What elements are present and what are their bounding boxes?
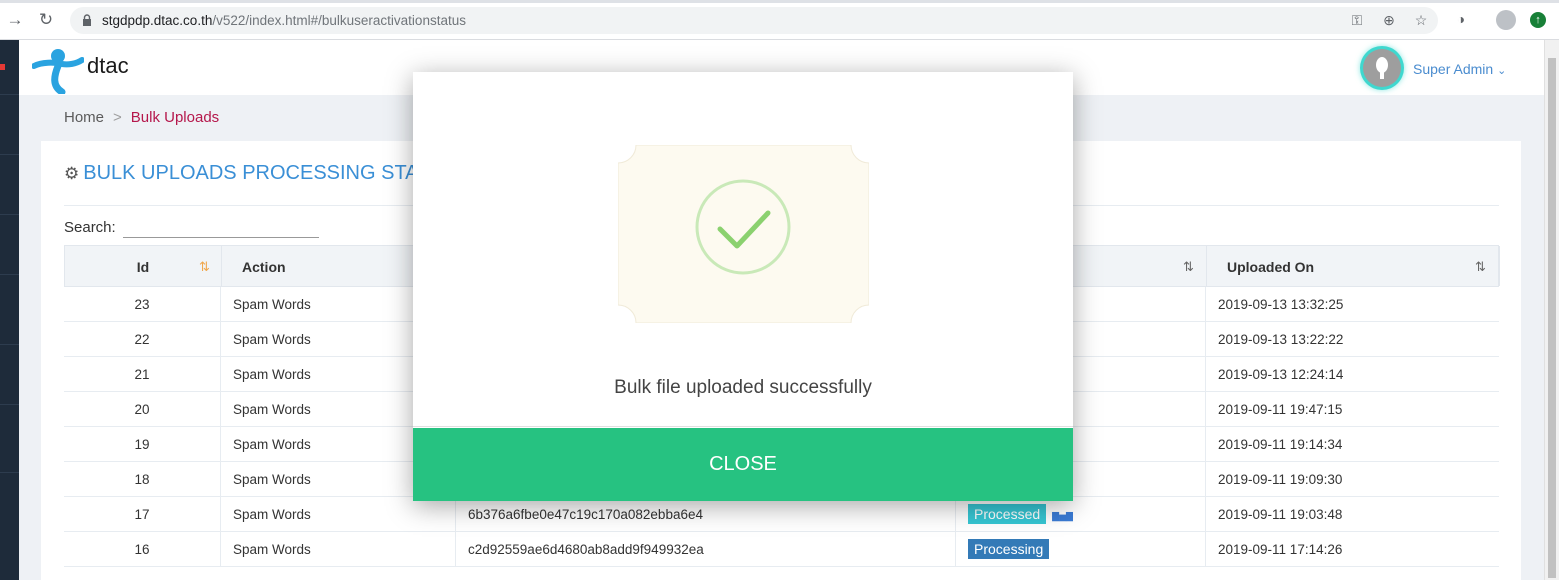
url-path: /v522/index.html#/bulkuseractivationstat…	[212, 13, 466, 28]
update-icon[interactable]: ↑	[1530, 12, 1546, 28]
modal-divider	[413, 426, 1073, 427]
reload-icon[interactable]: ↻	[36, 10, 56, 30]
url-text: stgdpdp.dtac.co.th/v522/index.html#/bulk…	[102, 13, 466, 28]
modal-message: Bulk file uploaded successfully	[614, 377, 872, 398]
success-check-icon	[618, 145, 869, 323]
close-button[interactable]: CLOSE	[413, 428, 1073, 501]
star-icon[interactable]: ☆	[1412, 12, 1430, 29]
profile-avatar-icon[interactable]	[1496, 10, 1516, 30]
zoom-icon[interactable]: ⊕	[1380, 12, 1398, 29]
address-bar[interactable]: stgdpdp.dtac.co.th/v522/index.html#/bulk…	[70, 7, 1438, 34]
success-modal: Bulk file uploaded successfully CLOSE	[413, 72, 1073, 501]
tab-strip	[0, 0, 1559, 3]
forward-arrow-icon[interactable]: →	[5, 10, 25, 30]
browser-toolbar: → ↻ stgdpdp.dtac.co.th/v522/index.html#/…	[0, 0, 1559, 40]
key-icon[interactable]: ⚿	[1348, 12, 1366, 29]
extension-moon-icon[interactable]: ◑	[1452, 11, 1470, 27]
lock-icon	[83, 14, 91, 26]
url-host: stgdpdp.dtac.co.th	[102, 13, 213, 28]
